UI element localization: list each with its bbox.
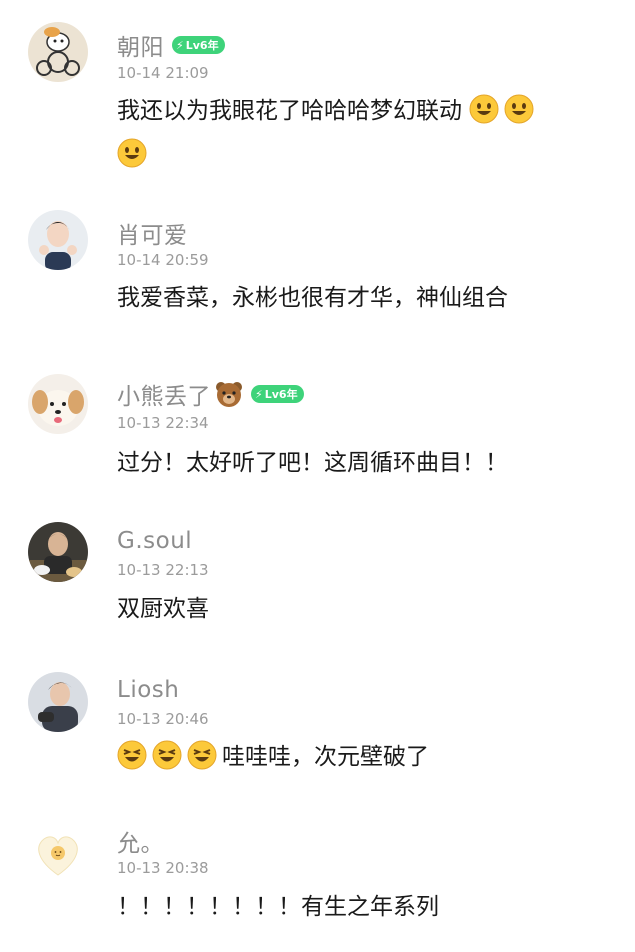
name-row: Liosh xyxy=(117,675,179,705)
smiley-emoji-icon xyxy=(469,94,499,124)
comment-text: 过分！太好听了吧！这周循环曲目！！ xyxy=(117,450,508,476)
name-row: 肖可爱 xyxy=(117,216,188,250)
username[interactable]: 朝阳 xyxy=(117,28,164,62)
name-row: 允。 xyxy=(117,824,164,858)
username[interactable]: G.soul xyxy=(117,528,192,554)
username[interactable]: 肖可爱 xyxy=(117,216,188,250)
level-badge-label: Lv6年 xyxy=(264,388,298,401)
smiley-emoji-icon xyxy=(504,94,534,124)
comment-text: 双厨欢喜 xyxy=(117,596,209,622)
comment-list-screen: { "comments": [ { "username": "朝阳", "lev… xyxy=(0,0,635,952)
level-badge: ⚡ Lv6年 xyxy=(172,36,225,54)
lightning-icon: ⚡ xyxy=(255,387,263,401)
comment-text-body: 我还以为我眼花了哈哈哈梦幻联动 xyxy=(117,98,462,124)
comment-text: 我爱香菜，永彬也很有才华，神仙组合 xyxy=(117,285,508,311)
comment-text: ！！！！！！！！有生之年系列 xyxy=(117,894,439,920)
timestamp: 10-13 20:46 xyxy=(117,710,209,728)
username[interactable]: Liosh xyxy=(117,677,179,703)
timestamp: 10-13 20:38 xyxy=(117,859,209,877)
lightning-icon: ⚡ xyxy=(176,38,184,52)
username[interactable]: 小熊丢了 xyxy=(117,377,211,411)
smiley-emoji-icon xyxy=(117,138,147,168)
level-badge: ⚡ Lv6年 xyxy=(251,385,304,403)
username[interactable]: 允。 xyxy=(117,824,164,858)
avatar[interactable] xyxy=(28,522,88,582)
name-row: 小熊丢了 ⚡ Lv6年 xyxy=(117,377,304,411)
comment-text: 我还以为我眼花了哈哈哈梦幻联动 xyxy=(117,89,597,177)
timestamp: 10-13 22:34 xyxy=(117,414,209,432)
level-badge-label: Lv6年 xyxy=(185,39,219,52)
name-row: G.soul xyxy=(117,526,192,556)
avatar[interactable] xyxy=(28,22,88,82)
laughing-emoji-icon xyxy=(152,740,182,770)
timestamp: 10-14 20:59 xyxy=(117,251,209,269)
comment-text-body: 哇哇哇，次元壁破了 xyxy=(222,744,429,770)
comment-text: 哇哇哇，次元壁破了 xyxy=(117,735,597,779)
bear-face-icon xyxy=(216,382,242,407)
avatar[interactable] xyxy=(28,374,88,434)
timestamp: 10-13 22:13 xyxy=(117,561,209,579)
timestamp: 10-14 21:09 xyxy=(117,64,209,82)
avatar[interactable] xyxy=(28,823,88,883)
name-row: 朝阳 ⚡ Lv6年 xyxy=(117,28,225,62)
laughing-emoji-icon xyxy=(117,740,147,770)
laughing-emoji-icon xyxy=(187,740,217,770)
avatar[interactable] xyxy=(28,672,88,732)
avatar[interactable] xyxy=(28,210,88,270)
